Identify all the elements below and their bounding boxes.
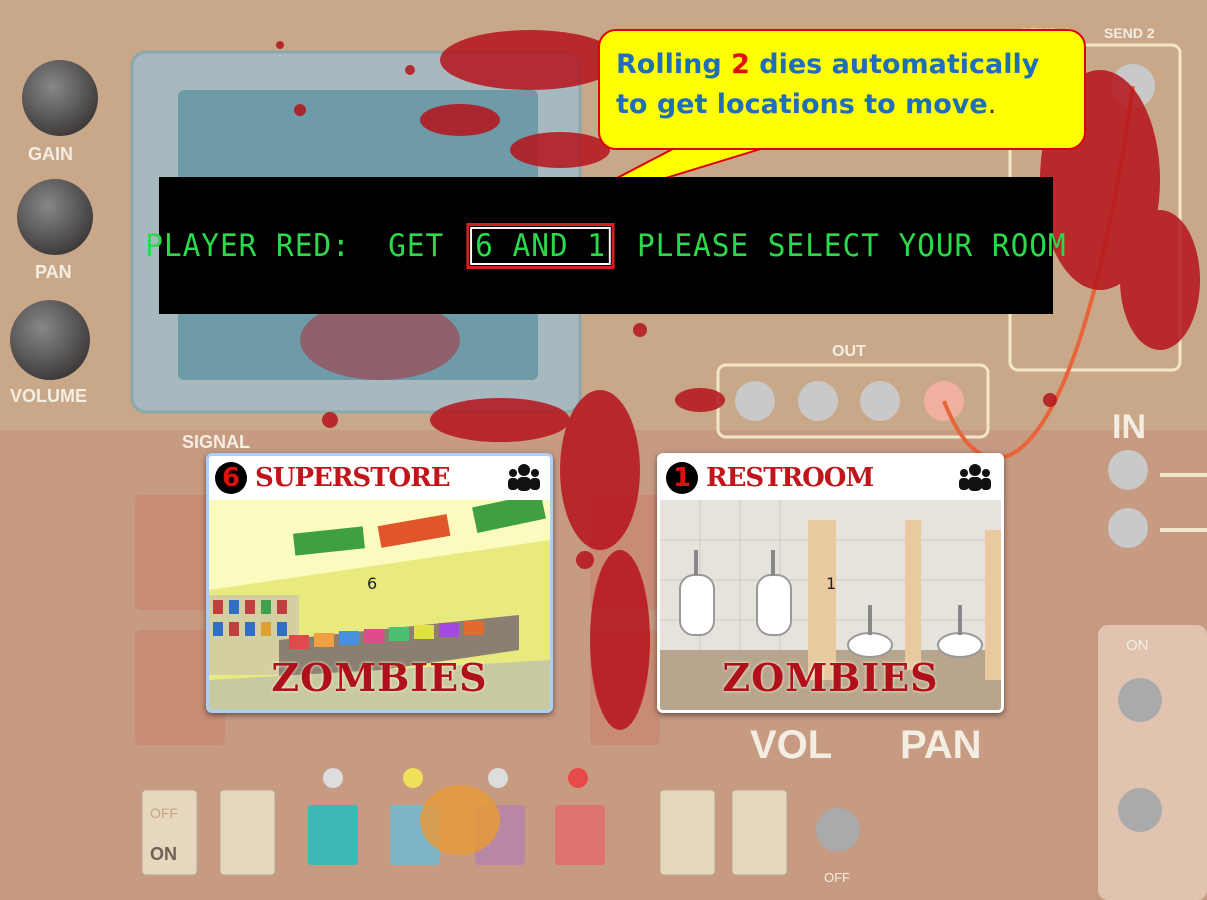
- pan-knob: [17, 179, 93, 255]
- people-icon: [959, 464, 991, 491]
- callout-dice-count: 2: [731, 49, 750, 80]
- tutorial-callout: Rolling 2 dies automatically to get loca…: [598, 29, 1086, 150]
- pan-label-bottom: PAN: [900, 723, 981, 767]
- in-label: IN: [1112, 408, 1146, 446]
- gain-label: GAIN: [28, 144, 73, 164]
- zombies-label: ZOMBIES: [271, 655, 488, 700]
- location-marker: 6: [367, 574, 378, 593]
- room-title: RESTROOM: [706, 463, 874, 493]
- card-header: 1 RESTROOM: [660, 456, 1001, 500]
- vol-label: VOL: [750, 723, 832, 767]
- volume-label: VOLUME: [10, 386, 87, 406]
- out-label: OUT: [832, 343, 866, 360]
- send2-label: SEND 2: [1104, 25, 1155, 41]
- people-icon: [508, 464, 540, 491]
- card-die-number: 6: [215, 462, 247, 494]
- toggle-on-label: ON: [1126, 637, 1149, 654]
- card-header: 6 SUPERSTORE: [209, 456, 550, 500]
- status-prefix: PLAYER RED: GET: [145, 227, 463, 264]
- dice-result: 6 AND 1: [466, 222, 615, 269]
- status-suffix: PLEASE SELECT YOUR ROOM: [618, 227, 1067, 264]
- card-die-number: 1: [666, 462, 698, 494]
- callout-line2: to get locations to move: [616, 89, 988, 120]
- callout-line1-prefix: Rolling: [616, 49, 732, 80]
- room-card-superstore[interactable]: 6 SUPERSTORE 6 ZOMBIES: [206, 453, 553, 713]
- status-banner: PLAYER RED: GET 6 AND 1 PLEASE SELECT YO…: [145, 177, 1066, 314]
- location-marker: 1: [826, 574, 837, 593]
- switch-off-label: OFF: [150, 805, 178, 821]
- signal-label: SIGNAL: [182, 432, 250, 452]
- zombies-label: ZOMBIES: [722, 655, 939, 700]
- status-message: PLAYER RED: GET 6 AND 1 PLEASE SELECT YO…: [145, 222, 1067, 269]
- room-title: SUPERSTORE: [255, 463, 451, 493]
- callout-line1-suffix: dies automatically: [749, 49, 1040, 80]
- toggle-off-label: OFF: [824, 870, 850, 885]
- pan-label: PAN: [35, 262, 72, 282]
- room-card-restroom[interactable]: 1 RESTROOM 1 ZOMBIES: [657, 453, 1004, 713]
- volume-knob: [10, 300, 90, 380]
- switch-on-label: ON: [150, 844, 177, 864]
- callout-period: .: [987, 89, 997, 120]
- gain-knob: [22, 60, 98, 136]
